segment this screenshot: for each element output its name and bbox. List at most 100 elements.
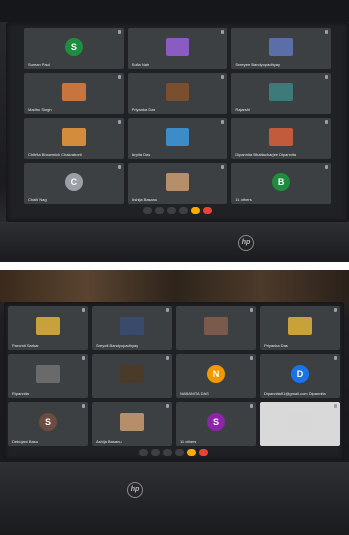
mic-icon — [334, 308, 337, 312]
participant-tile[interactable]: Chitrita Bhowmick Chakraborti — [24, 118, 124, 159]
participant-tile[interactable]: S Debojani Basu — [8, 402, 88, 446]
participant-tile[interactable]: D Dipannita91@gmail.com Dipannita — [260, 354, 340, 398]
mic-icon — [334, 404, 337, 408]
emoji-button[interactable] — [190, 207, 200, 214]
hp-logo-icon: hp — [127, 482, 143, 498]
room-background — [0, 270, 349, 302]
participant-name: Arpita Das — [131, 152, 151, 157]
mic-icon — [250, 356, 253, 360]
participant-avatar: B — [272, 172, 291, 191]
participant-avatar: S — [39, 413, 57, 431]
participant-video — [36, 365, 60, 383]
participant-name: Chitrita Bhowmick Chakraborti — [28, 152, 82, 157]
present-button[interactable] — [154, 207, 164, 214]
participant-name: Priyanka Das — [264, 343, 288, 348]
participant-tile[interactable]: Priyanka Das — [260, 306, 340, 350]
participant-name: NABANITA DAS — [180, 391, 209, 396]
participant-video — [62, 82, 86, 101]
participant-video — [120, 413, 144, 431]
participant-tile[interactable]: Sofia Nah — [127, 28, 228, 69]
participant-avatar: S — [207, 413, 225, 431]
participant-video — [204, 317, 228, 335]
participant-tile[interactable]: N NABANITA DAS — [176, 354, 256, 398]
meeting-screen-top: S Suman Paul Sofia Nah Sreeyee Bandyopadhya… — [6, 22, 349, 222]
photo-separator — [0, 262, 349, 270]
mic-icon — [117, 120, 121, 124]
participant-name: Priyanka Das — [131, 107, 156, 112]
mic-icon — [324, 120, 328, 124]
emoji-button[interactable] — [187, 449, 196, 456]
participant-avatar: C — [64, 172, 83, 191]
mic-icon — [221, 75, 225, 79]
mic-icon — [82, 308, 85, 312]
participant-video — [36, 317, 60, 335]
participant-tile[interactable]: Priyanka Das — [127, 73, 228, 114]
participant-name: Sofia Nah — [131, 62, 150, 67]
mic-icon — [117, 165, 121, 169]
mic-icon — [221, 30, 225, 34]
bottom-photo: Paromit Sarkar Sreyoti Bandyopadhyay Priya… — [0, 270, 349, 535]
participant-avatar: D — [291, 365, 309, 383]
participant-tile[interactable]: B 11 others — [231, 163, 331, 204]
more-options-button[interactable] — [178, 207, 188, 214]
participant-avatar: N — [207, 365, 225, 383]
more-options-button[interactable] — [175, 449, 184, 456]
participant-video — [120, 365, 144, 383]
participant-video — [269, 82, 293, 101]
participant-tile[interactable]: C Chaiti Nag — [24, 163, 124, 204]
participant-tile[interactable]: S Suman Paul — [24, 28, 124, 69]
mic-icon — [324, 75, 328, 79]
participant-tile[interactable]: Rajarshi — [231, 73, 331, 114]
participant-tile[interactable]: Ashija Basanu — [127, 163, 228, 204]
captions-button[interactable] — [139, 449, 148, 456]
participant-tile[interactable] — [176, 306, 256, 350]
participant-name: Paromit Sarkar — [12, 343, 39, 348]
participant-video — [288, 413, 312, 431]
participant-avatar: S — [64, 37, 83, 56]
mic-icon — [166, 404, 169, 408]
participant-name: Suman Paul — [28, 62, 50, 67]
participant-name: Dipannita91@gmail.com Dipannita — [264, 391, 326, 396]
raise-hand-button[interactable] — [166, 207, 176, 214]
participant-tile[interactable]: Sreeyee Bandyopadhyay — [231, 28, 331, 69]
participant-video — [269, 37, 293, 56]
participant-tile[interactable] — [92, 354, 172, 398]
leave-call-button[interactable] — [199, 449, 208, 456]
participant-name: Sreeyee Bandyopadhyay — [235, 62, 281, 67]
top-photo: S Suman Paul Sofia Nah Sreeyee Bandyopadhya… — [0, 0, 349, 262]
mic-icon — [324, 30, 328, 34]
participant-name: 11 others — [180, 439, 197, 444]
leave-call-button[interactable] — [202, 207, 212, 214]
participant-name: Madhu Singh — [28, 107, 52, 112]
participant-tile[interactable]: S 11 others — [176, 402, 256, 446]
participant-tile[interactable]: Ripannita — [8, 354, 88, 398]
participant-tile[interactable]: Dipannita Bhattacharjee Dipannita — [231, 118, 331, 159]
participant-tile[interactable]: Arpita Das — [127, 118, 228, 159]
captions-button[interactable] — [142, 207, 152, 214]
raise-hand-button[interactable] — [163, 449, 172, 456]
participant-video — [269, 127, 293, 146]
participant-video — [165, 172, 190, 191]
laptop-bezel-top-photo: hp — [0, 222, 349, 262]
participant-tile[interactable]: Madhu Singh — [24, 73, 124, 114]
participant-tile[interactable]: Sreyoti Bandyopadhyay — [92, 306, 172, 350]
mic-icon — [324, 165, 328, 169]
participant-tile[interactable]: Paromit Sarkar — [8, 306, 88, 350]
participant-tile[interactable]: Ashija Basanu — [92, 402, 172, 446]
present-button[interactable] — [151, 449, 160, 456]
participant-name: Rajarshi — [235, 107, 250, 112]
participant-video — [62, 127, 86, 146]
participant-video — [165, 82, 190, 101]
mic-icon — [117, 30, 121, 34]
participant-video — [288, 317, 312, 335]
participant-tile[interactable] — [260, 402, 340, 446]
mic-icon — [82, 404, 85, 408]
participant-name: Ashija Basanu — [131, 197, 158, 202]
participant-name: Debojani Basu — [12, 439, 39, 444]
mic-icon — [334, 356, 337, 360]
participant-video — [165, 37, 190, 56]
mic-icon — [166, 308, 169, 312]
participant-name: 11 others — [235, 197, 252, 202]
participant-video — [120, 317, 144, 335]
participant-video — [165, 127, 190, 146]
